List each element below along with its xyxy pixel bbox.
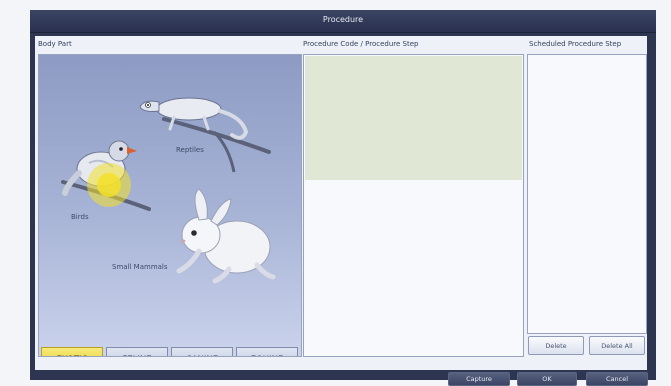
cancel-button[interactable]: Cancel bbox=[586, 372, 648, 386]
procedure-list[interactable] bbox=[303, 54, 524, 357]
tab-exotic[interactable]: EXOTIC bbox=[41, 347, 103, 356]
small-mammals-label: Small Mammals bbox=[112, 263, 168, 271]
delete-button[interactable]: Delete bbox=[528, 336, 584, 355]
scheduled-procedure-list[interactable] bbox=[527, 54, 647, 334]
selection-marker bbox=[87, 163, 131, 207]
dialog-content: Body Part Procedure Code / Procedure Ste… bbox=[35, 36, 647, 370]
rabbit-image[interactable] bbox=[169, 185, 279, 285]
procedure-highlight-area[interactable] bbox=[305, 56, 522, 180]
tab-equine[interactable]: EQUINE bbox=[236, 347, 298, 356]
procedure-header: Procedure Code / Procedure Step bbox=[303, 40, 419, 48]
tab-canine[interactable]: CANINE bbox=[171, 347, 233, 356]
ok-button[interactable]: OK bbox=[517, 372, 577, 386]
scheduled-header: Scheduled Procedure Step bbox=[529, 40, 622, 48]
reptiles-label: Reptiles bbox=[176, 146, 204, 154]
birds-label: Birds bbox=[71, 213, 89, 221]
body-part-header: Body Part bbox=[38, 40, 72, 48]
title-bar: Procedure bbox=[30, 10, 656, 33]
body-part-panel: Reptiles Birds Small Mammals bbox=[38, 54, 302, 357]
delete-all-button[interactable]: Delete All bbox=[589, 336, 645, 355]
tab-feline[interactable]: FELINE bbox=[106, 347, 168, 356]
procedure-window: Procedure Body Part Procedure Code / Pro… bbox=[30, 10, 656, 386]
capture-button[interactable]: Capture bbox=[448, 372, 510, 386]
window-title: Procedure bbox=[322, 15, 364, 24]
